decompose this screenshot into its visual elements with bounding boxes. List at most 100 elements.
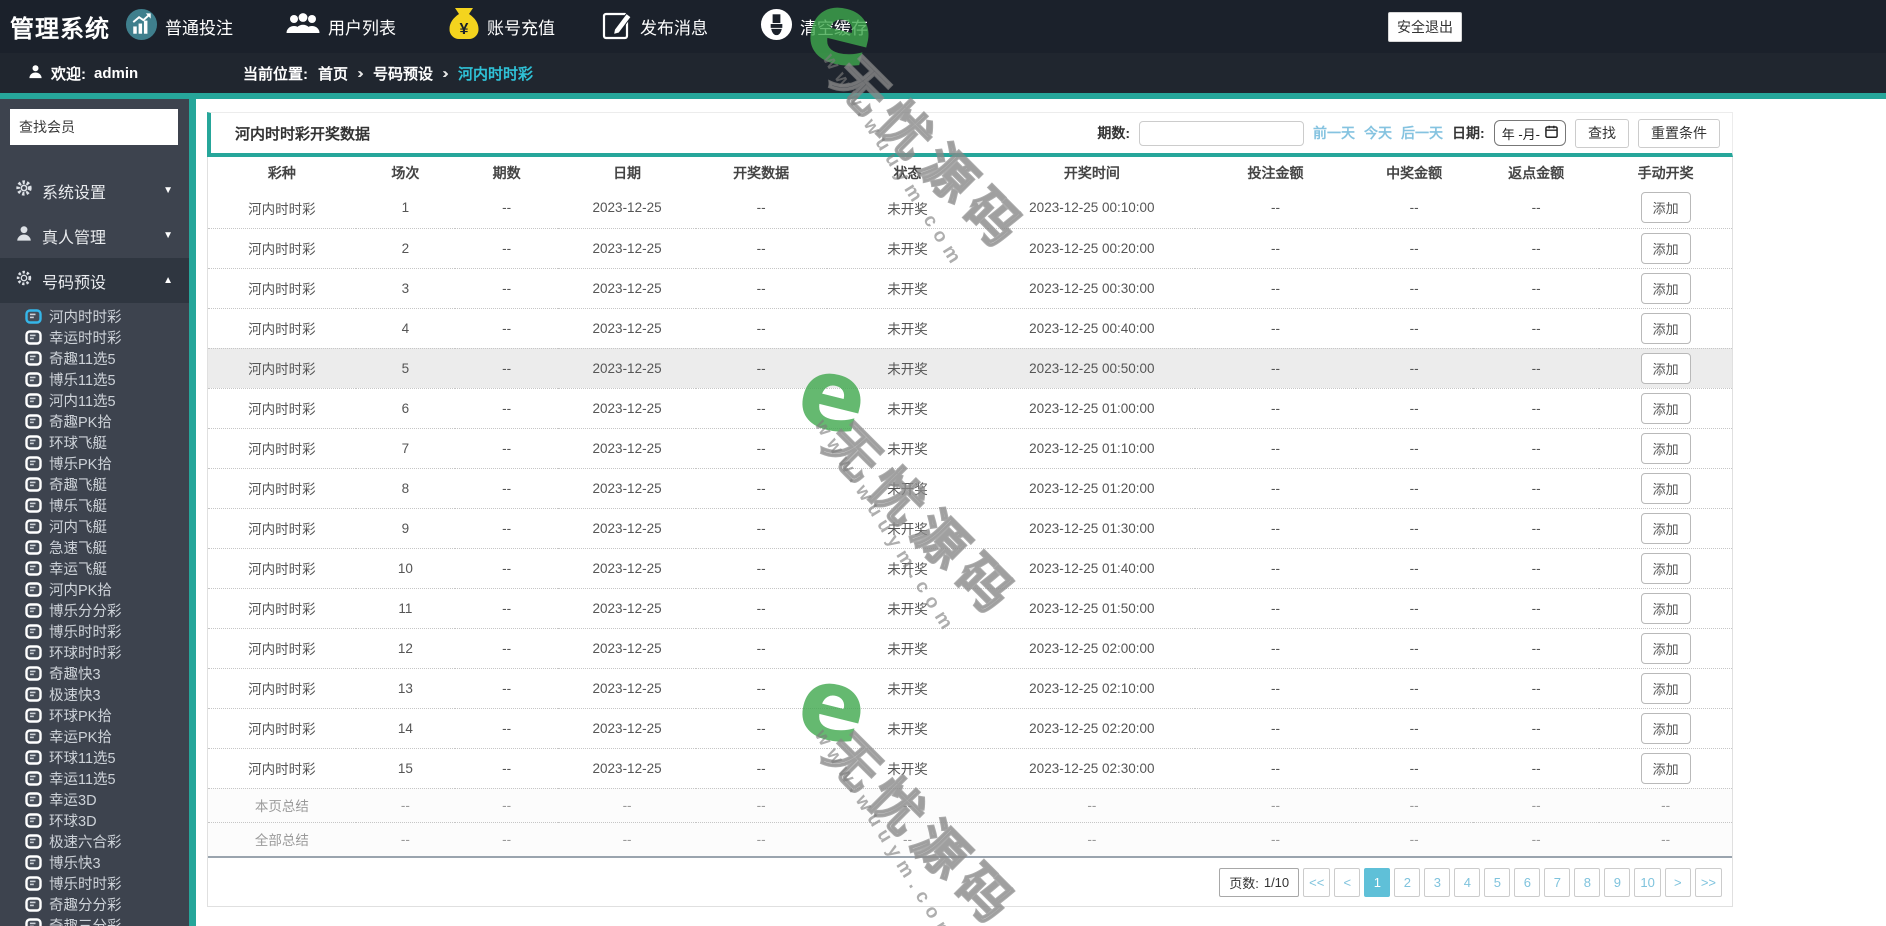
summary-cell: -- [1355,787,1473,822]
cell-win_amount: -- [1355,467,1473,508]
add-draw-button[interactable]: 添加 [1640,392,1691,424]
sidebar-game-item[interactable]: 奇趣11选5 [0,348,189,369]
add-draw-button[interactable]: 添加 [1640,632,1691,664]
users-icon [285,11,321,42]
sidebar-menu-live-management[interactable]: 真人管理 ▼ [0,213,189,258]
sidebar-game-item[interactable]: 幸运时时彩 [0,327,189,348]
breadcrumb-home[interactable]: 首页 [318,63,348,84]
cell-draw_time: 2023-12-25 00:30:00 [988,267,1196,308]
reset-conditions-button[interactable]: 重置条件 [1638,118,1720,148]
add-draw-button[interactable]: 添加 [1640,272,1691,304]
add-draw-button[interactable]: 添加 [1640,232,1691,264]
game-icon [25,477,42,492]
page-button-1[interactable]: 1 [1364,868,1391,897]
cell-date: 2023-12-25 [558,747,696,788]
sidebar-game-item[interactable]: 环球PK拾 [0,705,189,726]
game-icon [25,876,42,891]
add-draw-button[interactable]: 添加 [1640,352,1691,384]
period-input[interactable] [1139,120,1305,146]
cell-lottery: 河内时时彩 [208,467,356,508]
logout-button[interactable]: 安全退出 [1388,12,1462,42]
add-draw-button[interactable]: 添加 [1640,672,1691,704]
cell-rebate_amount: -- [1472,587,1600,628]
game-icon [25,582,42,597]
page-button-4[interactable]: 4 [1454,868,1481,897]
page-button-nextnext[interactable]: >> [1694,868,1722,897]
nav-item-account-recharge[interactable]: ¥ 账号充值 [448,0,555,53]
page-button-2[interactable]: 2 [1394,868,1421,897]
sidebar-game-item[interactable]: 幸运飞艇 [0,558,189,579]
sidebar-game-item[interactable]: 奇趣PK拾 [0,411,189,432]
page-button-9[interactable]: 9 [1604,868,1631,897]
sidebar-game-item[interactable]: 环球飞艇 [0,432,189,453]
sidebar-game-item[interactable]: 环球3D [0,810,189,831]
sidebar-menu-system-settings[interactable]: 系统设置 ▼ [0,168,189,213]
add-draw-button[interactable]: 添加 [1640,192,1691,224]
sidebar-game-item[interactable]: 博乐分分彩 [0,600,189,621]
page-button-3[interactable]: 3 [1424,868,1451,897]
nav-item-publish-message[interactable]: 发布消息 [602,0,708,53]
sidebar-game-item[interactable]: 博乐飞艇 [0,495,189,516]
sidebar-game-item[interactable]: 河内时时彩 [0,306,189,327]
breadcrumb-current: 河内时时彩 [458,65,534,83]
add-draw-button[interactable]: 添加 [1640,312,1691,344]
add-draw-button[interactable]: 添加 [1640,472,1691,504]
page-button-8[interactable]: 8 [1574,868,1601,897]
sidebar-game-item[interactable]: 博乐快3 [0,852,189,873]
sidebar-game-item[interactable]: 奇趣三分彩 [0,915,189,926]
sidebar-menu-number-preset[interactable]: 号码预设 ▲ [0,258,189,303]
cell-rebate_amount: -- [1472,707,1600,748]
sidebar-game-item[interactable]: 博乐11选5 [0,369,189,390]
next-day-link[interactable]: 后一天 [1401,123,1443,143]
page-button-7[interactable]: 7 [1544,868,1571,897]
add-draw-button[interactable]: 添加 [1640,752,1691,784]
page-button-prevprev[interactable]: << [1303,868,1331,897]
sidebar-game-item[interactable]: 急速飞艇 [0,537,189,558]
today-link[interactable]: 今天 [1364,123,1392,143]
sidebar-game-item[interactable]: 河内11选5 [0,390,189,411]
add-draw-button[interactable]: 添加 [1640,712,1691,744]
member-search-input[interactable] [10,109,178,145]
nav-item-normal-betting[interactable]: 普通投注 [125,0,233,53]
sidebar-game-item[interactable]: 极速六合彩 [0,831,189,852]
add-draw-button[interactable]: 添加 [1640,512,1691,544]
sidebar-game-item[interactable]: 河内PK拾 [0,579,189,600]
prev-day-link[interactable]: 前一天 [1313,123,1355,143]
sidebar-game-item[interactable]: 环球11选5 [0,747,189,768]
sidebar-game-item[interactable]: 河内飞艇 [0,516,189,537]
add-draw-button[interactable]: 添加 [1640,432,1691,464]
table-row: 河内时时彩 7 -- 2023-12-25 -- 未开奖 2023-12-25 01:10:… [208,427,1732,468]
sidebar-game-item[interactable]: 环球时时彩 [0,642,189,663]
cell-period: -- [454,267,559,308]
sidebar-game-item[interactable]: 奇趣飞艇 [0,474,189,495]
page-button-next[interactable]: > [1664,868,1691,897]
summary-cell: -- [1599,821,1732,856]
sidebar-game-item[interactable]: 幸运3D [0,789,189,810]
nav-item-clear-cache[interactable]: 清空缓存 [760,0,868,53]
cell-rebate_amount: -- [1472,347,1600,388]
panel-header: 河内时时彩开奖数据 期数: 前一天 今天 后一天 日期: 年 -月- 查找 重置… [207,112,1733,157]
sidebar-game-item[interactable]: 奇趣快3 [0,663,189,684]
sidebar-game-item[interactable]: 博乐PK拾 [0,453,189,474]
sidebar-game-item[interactable]: 幸运PK拾 [0,726,189,747]
add-draw-button[interactable]: 添加 [1640,592,1691,624]
sidebar-game-item[interactable]: 极速快3 [0,684,189,705]
date-input[interactable]: 年 -月- [1493,120,1566,146]
page-button-prev[interactable]: < [1334,868,1361,897]
page-button-5[interactable]: 5 [1484,868,1511,897]
breadcrumb-section[interactable]: 号码预设 [373,63,433,84]
sidebar-game-item[interactable]: 博乐时时彩 [0,873,189,894]
sidebar-game-item[interactable]: 奇趣分分彩 [0,894,189,915]
game-icon [25,561,42,576]
cell-win_amount: -- [1409,200,1419,216]
cell-bet_amount: -- [1195,587,1356,628]
summary-cell: -- [355,787,455,822]
add-draw-button[interactable]: 添加 [1640,552,1691,584]
page-button-6[interactable]: 6 [1514,868,1541,897]
nav-item-user-list[interactable]: 用户列表 [285,0,396,53]
search-button[interactable]: 查找 [1575,118,1629,148]
sidebar-game-item[interactable]: 幸运11选5 [0,768,189,789]
sidebar-game-item[interactable]: 博乐时时彩 [0,621,189,642]
cell-draw_time: 2023-12-25 02:30:00 [988,747,1196,788]
page-button-10[interactable]: 10 [1634,868,1661,897]
